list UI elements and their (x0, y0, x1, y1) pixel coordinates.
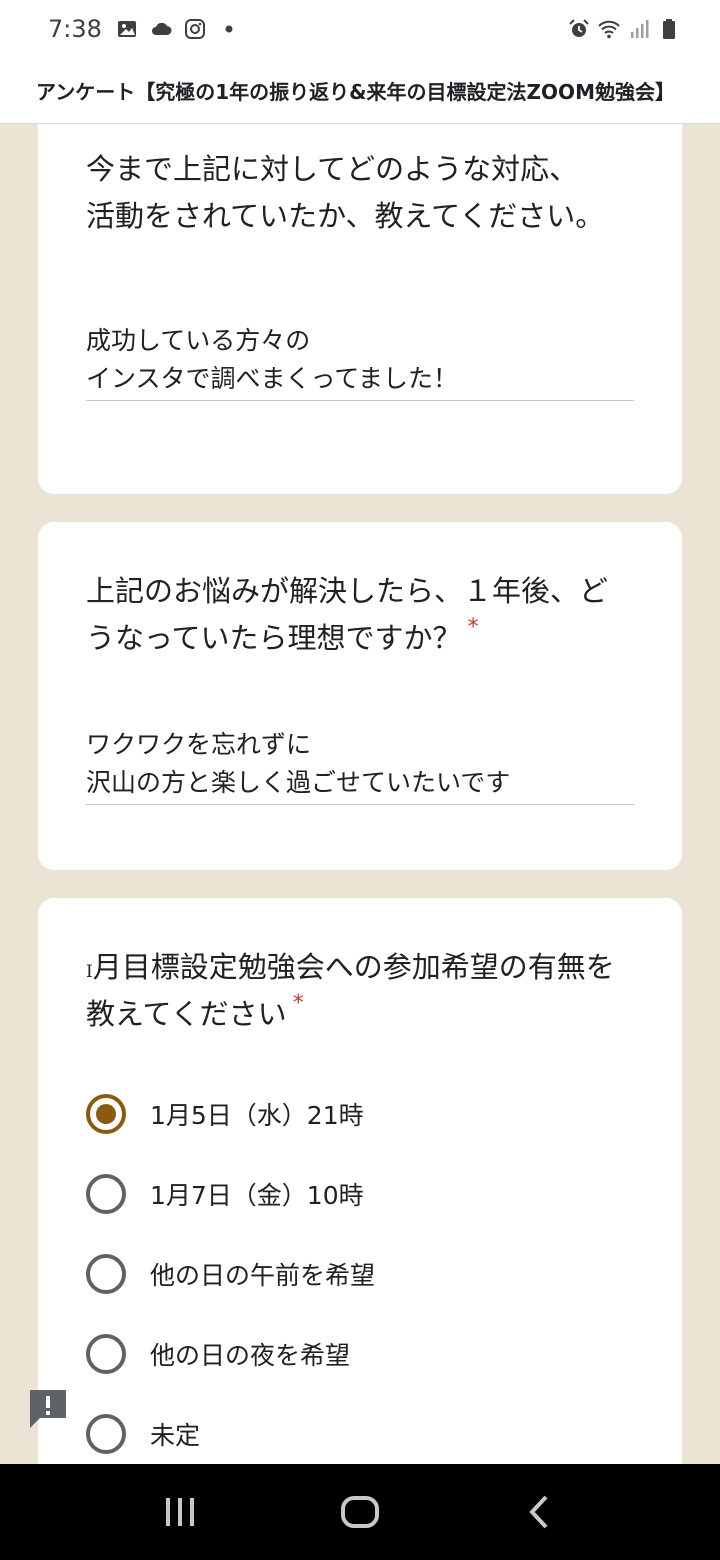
radio-option-label[interactable]: 他の日の午前を希望 (150, 1256, 375, 1292)
answer-text[interactable]: ワクワクを忘れずに 沢山の方と楽しく過ごせていたいです (86, 726, 634, 805)
recents-button[interactable] (155, 1487, 205, 1537)
home-icon (341, 1496, 379, 1528)
question-card: I月目標設定勉強会への参加希望の有無を教えてください * 1月5日（水）21時 1… (38, 898, 682, 1464)
question-title-row: I月目標設定勉強会への参加希望の有無を教えてください * (86, 944, 634, 1038)
system-nav-bar (0, 1464, 720, 1560)
form-title: アンケート【究極の1年の振り返り&来年の目標設定法ZOOM勉強会】 (36, 80, 675, 104)
report-feedback-icon[interactable] (28, 1388, 68, 1428)
radio-button[interactable] (86, 1174, 126, 1214)
recents-icon (166, 1498, 194, 1526)
cloud-icon (151, 22, 172, 35)
notification-icons (116, 18, 240, 40)
required-mark: * (467, 615, 479, 640)
radio-button-selected[interactable] (86, 1094, 126, 1134)
question-card: 今まで上記に対してどのような対応、活動をされていたか、教えてください。 成功して… (38, 124, 682, 494)
back-button[interactable] (515, 1487, 565, 1537)
status-bar: 7:38 (0, 0, 720, 58)
dot-icon (225, 25, 233, 33)
radio-button[interactable] (86, 1254, 126, 1294)
form-title-bar: アンケート【究極の1年の振り返り&来年の目標設定法ZOOM勉強会】 (0, 58, 720, 124)
radio-option[interactable]: 未定 (86, 1394, 634, 1464)
question-title-row: 上記のお悩みが解決したら、１年後、どうなっていたら理想ですか？ * (86, 568, 634, 662)
form-content[interactable]: 今まで上記に対してどのような対応、活動をされていたか、教えてください。 成功して… (0, 124, 720, 1464)
radio-option[interactable]: 1月7日（金）10時 (86, 1154, 634, 1234)
radio-option-label[interactable]: 未定 (150, 1416, 200, 1452)
radio-option[interactable]: 他の日の夜を希望 (86, 1314, 634, 1394)
signal-icon (631, 20, 649, 38)
radio-option[interactable]: 他の日の午前を希望 (86, 1234, 634, 1314)
instagram-icon (184, 19, 205, 39)
radio-button[interactable] (86, 1414, 126, 1454)
wifi-icon (598, 20, 620, 39)
status-time: 7:38 (48, 15, 102, 43)
back-icon (529, 1495, 548, 1529)
radio-option-label[interactable]: 1月7日（金）10時 (150, 1176, 364, 1212)
system-icons (568, 18, 680, 40)
question-card: 上記のお悩みが解決したら、１年後、どうなっていたら理想ですか？ * ワクワクを忘れ… (38, 522, 682, 870)
question-title: 今まで上記に対してどのような対応、活動をされていたか、教えてください。 (86, 152, 605, 233)
question-title: 上記のお悩みが解決したら、１年後、どうなっていたら理想ですか？ (86, 574, 609, 655)
alarm-icon (569, 19, 589, 37)
radio-group: 1月5日（水）21時 1月7日（金）10時 他の日の午前を希望 他の日の夜を希望… (86, 1074, 634, 1464)
answer-text[interactable]: 成功している方々の インスタで調べまくってました！ (86, 322, 634, 401)
radio-option[interactable]: 1月5日（水）21時 (86, 1074, 634, 1154)
radio-button[interactable] (86, 1334, 126, 1374)
battery-icon (663, 19, 675, 39)
home-button[interactable] (335, 1487, 385, 1537)
radio-option-label[interactable]: 他の日の夜を希望 (150, 1336, 350, 1372)
image-icon (117, 21, 136, 37)
radio-option-label[interactable]: 1月5日（水）21時 (150, 1096, 364, 1132)
question-title: 月目標設定勉強会への参加希望の有無を教えてください (86, 950, 615, 1031)
question-title-prefix: I (86, 962, 93, 982)
required-mark: * (292, 991, 304, 1016)
